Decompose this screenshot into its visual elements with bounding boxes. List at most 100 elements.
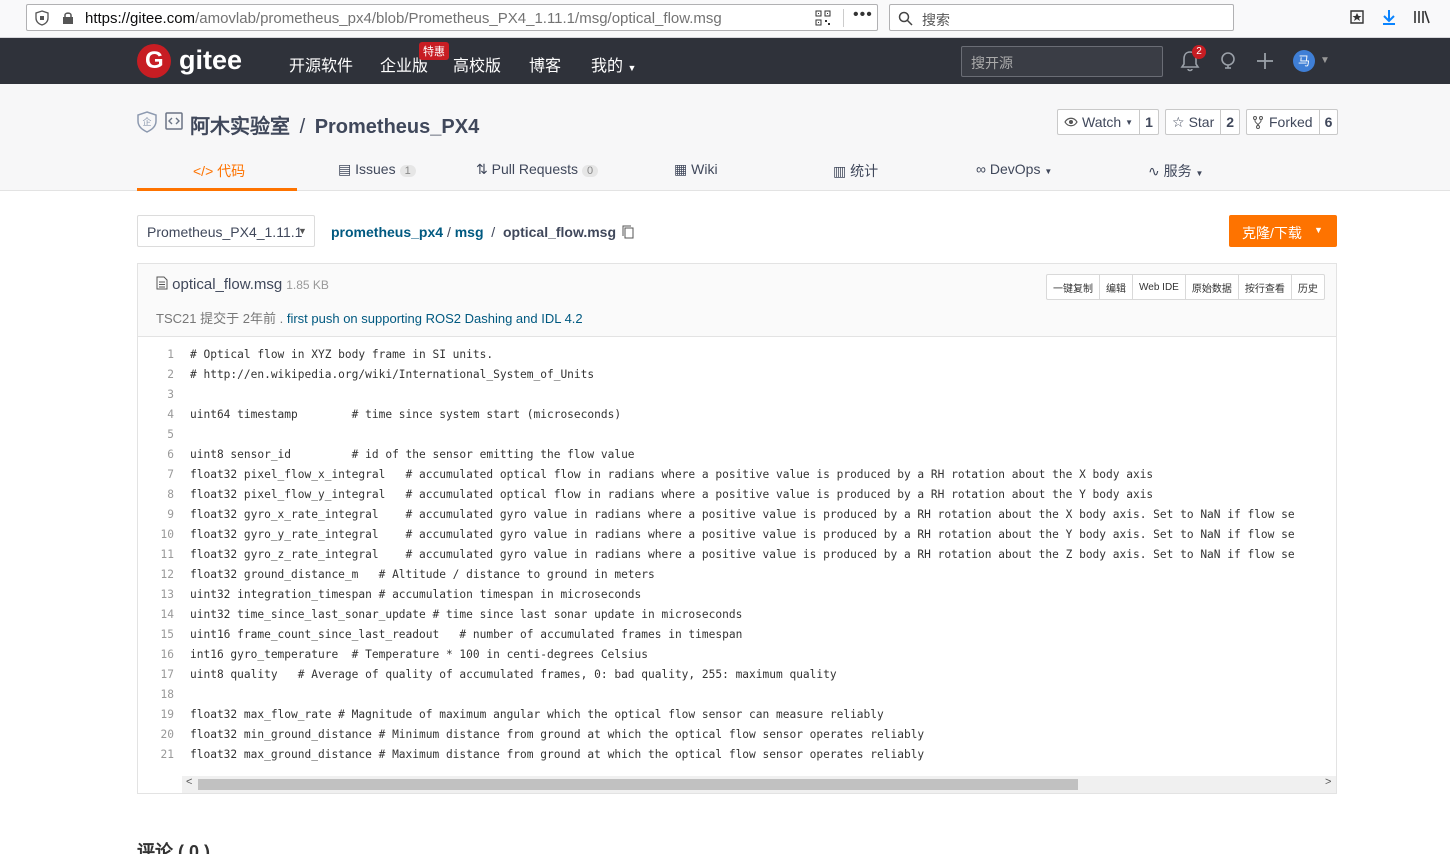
file-icon — [156, 276, 168, 290]
avatar-caret-icon[interactable]: ▼ — [1320, 55, 1330, 66]
commit-info: TSC21 提交于 2年前 . first push on supporting… — [156, 311, 583, 326]
line-number[interactable]: 9 — [138, 508, 174, 521]
code-line: 21 float32 max_ground_distance # Maximum … — [138, 748, 1336, 768]
active-tab-indicator — [137, 188, 297, 191]
code-icon: </> — [193, 163, 214, 179]
line-number[interactable]: 7 — [138, 468, 174, 481]
line-source: uint16 frame_count_since_last_readout # … — [190, 628, 743, 641]
tab-service[interactable]: ∿ 服务 ▼ — [1148, 161, 1203, 181]
url-text[interactable]: https://gitee.com/amovlab/prometheus_px4… — [85, 10, 722, 27]
tab-issues[interactable]: ▤ Issues 1 — [338, 161, 416, 178]
line-source: float32 pixel_flow_y_integral # accumula… — [190, 488, 1154, 501]
line-number[interactable]: 1 — [138, 348, 174, 361]
library-icon[interactable] — [1412, 8, 1430, 26]
lightbulb-icon[interactable] — [1217, 50, 1239, 72]
fork-button[interactable]: Forked 6 — [1246, 109, 1339, 135]
nav-open-source[interactable]: 开源软件 — [289, 52, 353, 76]
fork-icon — [1253, 115, 1263, 129]
promo-badge: 特惠 — [419, 42, 449, 60]
horizontal-scrollbar[interactable]: < > — [182, 776, 1336, 793]
line-source: float32 gyro_y_rate_integral # accumulat… — [190, 528, 1295, 541]
breadcrumb-repo[interactable]: prometheus_px4 — [331, 224, 443, 240]
plus-icon[interactable] — [1254, 50, 1276, 72]
fork-count[interactable]: 6 — [1318, 110, 1338, 134]
save-to-pocket-icon[interactable] — [1348, 8, 1366, 26]
line-number[interactable]: 14 — [138, 608, 174, 621]
line-number[interactable]: 18 — [138, 688, 174, 701]
tab-devops[interactable]: ∞ DevOps ▼ — [976, 161, 1052, 177]
line-number[interactable]: 15 — [138, 628, 174, 641]
scroll-left-icon[interactable]: < — [186, 776, 192, 788]
user-avatar[interactable]: 马 — [1293, 50, 1315, 72]
tab-wiki[interactable]: ▦ Wiki — [674, 161, 718, 178]
line-source: uint64 timestamp # time since system sta… — [190, 408, 622, 421]
edit-button[interactable]: 编辑 — [1100, 275, 1133, 299]
watch-count[interactable]: 1 — [1139, 110, 1158, 134]
shield-icon[interactable] — [35, 10, 49, 26]
site-search-input[interactable]: 搜开源 — [961, 46, 1163, 77]
line-number[interactable]: 11 — [138, 548, 174, 561]
code-line: 19 float32 max_flow_rate # Magnitude of m… — [138, 708, 1336, 728]
devops-icon: ∞ — [976, 161, 986, 177]
star-icon: ☆ — [1172, 113, 1185, 130]
address-bar[interactable]: https://gitee.com/amovlab/prometheus_px4… — [26, 4, 878, 31]
nav-mine[interactable]: 我的 ▼ — [591, 52, 636, 76]
commit-message-link[interactable]: first push on supporting ROS2 Dashing an… — [287, 311, 583, 326]
file-header: optical_flow.msg 1.85 KB TSC21 提交于 2年前 . … — [138, 264, 1336, 337]
line-number[interactable]: 10 — [138, 528, 174, 541]
history-button[interactable]: 历史 — [1292, 275, 1324, 299]
tab-pull-requests[interactable]: ⇅ Pull Requests 0 — [476, 161, 599, 178]
web-ide-button[interactable]: Web IDE — [1133, 275, 1186, 299]
nav-blog[interactable]: 博客 — [529, 52, 561, 76]
eye-icon — [1064, 117, 1078, 127]
download-icon[interactable] — [1380, 8, 1398, 26]
branch-selector[interactable]: Prometheus_PX4_1.11.1 ▼ — [137, 215, 315, 247]
gitee-logo-icon: G — [137, 44, 171, 78]
line-source: # Optical flow in XYZ body frame in SI u… — [190, 348, 494, 361]
line-number[interactable]: 13 — [138, 588, 174, 601]
line-source: uint32 time_since_last_sonar_update # ti… — [190, 608, 743, 621]
scroll-right-icon[interactable]: > — [1325, 776, 1331, 788]
lock-icon[interactable] — [61, 11, 75, 25]
stats-icon: ▥ — [833, 163, 847, 179]
scrollbar-thumb[interactable] — [198, 779, 1078, 790]
divider — [843, 9, 844, 27]
clone-download-button[interactable]: 克隆/下载 ▼ — [1229, 215, 1337, 247]
copy-path-icon[interactable] — [622, 225, 634, 239]
nav-education[interactable]: 高校版 — [453, 52, 501, 76]
tab-stats[interactable]: ▥ 统计 — [833, 161, 878, 181]
breadcrumb-folder[interactable]: msg — [455, 224, 484, 240]
line-number[interactable]: 21 — [138, 748, 174, 761]
line-number[interactable]: 3 — [138, 388, 174, 401]
watch-button[interactable]: Watch ▼ 1 — [1057, 109, 1159, 135]
star-button[interactable]: ☆ Star 2 — [1165, 109, 1241, 135]
line-number[interactable]: 19 — [138, 708, 174, 721]
service-icon: ∿ — [1148, 163, 1160, 179]
line-source: int16 gyro_temperature # Temperature * 1… — [190, 648, 649, 661]
tab-code[interactable]: </> 代码 — [193, 161, 245, 181]
file-size: 1.85 KB — [286, 278, 329, 292]
line-number[interactable]: 6 — [138, 448, 174, 461]
line-number[interactable]: 17 — [138, 668, 174, 681]
blame-button[interactable]: 按行查看 — [1239, 275, 1292, 299]
repo-name-link[interactable]: Prometheus_PX4 — [315, 116, 480, 138]
line-number[interactable]: 2 — [138, 368, 174, 381]
browser-search-input[interactable]: 搜索 — [889, 4, 1234, 31]
svg-text:企: 企 — [142, 116, 151, 128]
line-number[interactable]: 12 — [138, 568, 174, 581]
line-number[interactable]: 20 — [138, 728, 174, 741]
line-source: float32 ground_distance_m # Altitude / d… — [190, 568, 655, 581]
commit-author[interactable]: TSC21 — [156, 311, 196, 326]
qr-code-icon[interactable] — [815, 10, 831, 26]
line-number[interactable]: 4 — [138, 408, 174, 421]
search-icon — [898, 11, 913, 26]
copy-all-button[interactable]: 一键复制 — [1047, 275, 1100, 299]
line-number[interactable]: 5 — [138, 428, 174, 441]
star-count[interactable]: 2 — [1220, 110, 1239, 134]
page-actions-menu-icon[interactable]: ••• — [853, 6, 873, 24]
raw-button[interactable]: 原始数据 — [1186, 275, 1239, 299]
code-line: 16 int16 gyro_temperature # Temperature *… — [138, 648, 1336, 668]
repo-owner-link[interactable]: 阿木实验室 — [190, 116, 290, 138]
line-number[interactable]: 8 — [138, 488, 174, 501]
line-number[interactable]: 16 — [138, 648, 174, 661]
